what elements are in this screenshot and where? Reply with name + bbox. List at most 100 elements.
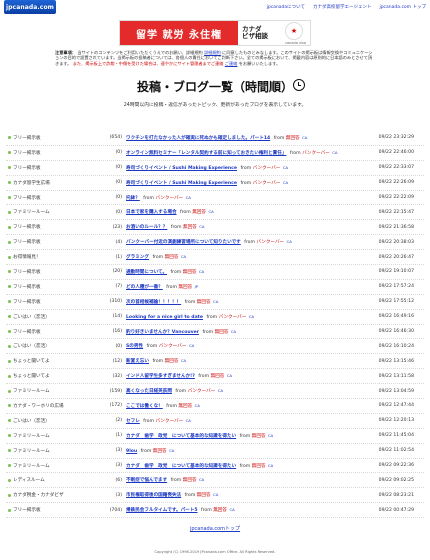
flag-badge: CA xyxy=(199,477,205,483)
topic-title-link[interactable]: 托鉢？ xyxy=(126,196,140,201)
author-location: バンクーバー xyxy=(218,314,247,320)
site-logo[interactable]: jpcanada.com xyxy=(4,0,56,14)
topic-title-link[interactable]: バンクーバー付近の演劇練習場所について知りたいです xyxy=(126,240,241,245)
topic-title-link[interactable]: 寿司づくりイベント / Sushi Making Experience xyxy=(126,166,237,171)
topic-title-link[interactable]: 帰鉄民会フルタイムです。パート5 xyxy=(126,508,198,513)
topic-category[interactable]: ごいはい（恋活） xyxy=(6,418,100,424)
topic-category[interactable]: フリー掲示板 xyxy=(6,195,100,201)
from-label: from xyxy=(146,344,158,350)
topic-category[interactable]: フリー掲示板 xyxy=(6,507,100,513)
topic-category[interactable]: ファミリールーム xyxy=(6,209,100,215)
topic-category[interactable]: レディスルーム xyxy=(6,477,100,483)
from-label: from xyxy=(170,225,182,231)
post-time: 09/22 22:26:09 xyxy=(378,180,414,186)
topic-title-link[interactable]: ここでは働くな！ xyxy=(126,404,163,409)
topic-category[interactable]: フリー掲示板 xyxy=(6,239,100,245)
topic-title-link[interactable]: グラミング xyxy=(126,255,149,260)
from-label: from xyxy=(175,389,187,395)
category-dot-icon xyxy=(8,374,11,378)
topic-category[interactable]: フリー掲示板 xyxy=(6,165,100,171)
topic-category[interactable]: フリー掲示板 xyxy=(6,284,100,290)
footer-home-link[interactable]: jpcanada.comトップ xyxy=(190,526,240,532)
reply-count: (1) xyxy=(115,254,122,260)
topic-title-link[interactable]: お酒いのルール？？ xyxy=(126,225,167,230)
topic-category[interactable]: ファミリールーム xyxy=(6,463,100,469)
topic-category[interactable]: ファミリールーム xyxy=(6,388,100,394)
notice-contact-link[interactable]: ご連絡 xyxy=(225,61,238,66)
banner-right-text: カナダ ビザ相談 xyxy=(242,26,268,40)
topic-category[interactable]: ちょっと聞いてよ xyxy=(6,358,100,364)
top-link-home[interactable]: jpcanada.com トップ xyxy=(379,4,426,10)
topic-category[interactable]: フリー掲示板 xyxy=(6,269,100,275)
post-time: 09/22 20:26:47 xyxy=(378,254,414,260)
topic-title-link[interactable]: ワクチンを打たなかった人が確実に死ぬかも確定しました。パート14 xyxy=(126,136,270,141)
topic-title-link[interactable]: どの人種が一番？ xyxy=(126,285,163,290)
top-link-about[interactable]: jpcanadaについて xyxy=(267,4,305,10)
category-dot-icon xyxy=(8,270,11,274)
author-location: 無回答 xyxy=(251,433,266,439)
topic-title-link[interactable]: Sの男性 xyxy=(126,344,143,349)
reply-count: (310) xyxy=(109,299,122,305)
visa-banner[interactable]: 留学 就労 永住権 カナダ ビザ相談 ★ canada visa xyxy=(119,20,311,46)
topic-title-link[interactable]: 市民権取得後の国籍喪失法 xyxy=(126,493,181,498)
author-location: 無回答 xyxy=(164,255,179,261)
topic-title-link[interactable]: セフレ xyxy=(126,419,140,424)
category-dot-icon xyxy=(8,389,11,393)
topic-category[interactable]: カナダ税金・カナダビザ xyxy=(6,492,100,498)
topic-title-link[interactable]: 次の首相候補論！！！！！ xyxy=(126,300,181,305)
topic-title-link[interactable]: オンライン無料セミナー「レンタル契約する前に知っておきたい権利と責任」 xyxy=(126,151,286,156)
topic-title-link[interactable]: 日本で家を購入する場合 xyxy=(126,210,177,215)
category-dot-icon xyxy=(8,166,11,170)
post-time: 09/22 22:15:47 xyxy=(378,209,414,215)
reply-count: (14) xyxy=(112,314,122,320)
category-dot-icon xyxy=(8,136,11,140)
flag-badge: CA xyxy=(248,313,255,319)
topic-title-link[interactable]: カナダ 歯学 政党 について基本的な知識を得たい xyxy=(126,464,236,469)
topic-category[interactable]: カナダ・ワーホリの広場 xyxy=(6,403,100,409)
author-location: 無回答 xyxy=(213,508,227,514)
from-label: from xyxy=(170,478,182,484)
topic-title-link[interactable]: 9lou xyxy=(126,449,137,454)
topic-category[interactable]: フリー掲示板 xyxy=(6,150,100,156)
post-time: 09/22 13:15:46 xyxy=(378,358,414,364)
topic-title-link[interactable]: 通勤時間について。 xyxy=(126,270,167,275)
topic-category[interactable]: お得情報見！ xyxy=(6,254,100,260)
notice: 注意事項： 当サイトのコンテンツをご利用いただくうえでのお願い、詳細規約 詳細規… xyxy=(55,50,375,66)
topic-row: ごいはい（恋活） (2) セフレ from バンクーバー CA 09/22 12… xyxy=(6,414,424,429)
topic-title-link[interactable]: カナダ 歯学 政党 について基本的な知識を得たい xyxy=(126,434,236,439)
post-time: 09/22 13:04:59 xyxy=(378,388,414,394)
topic-title-link[interactable]: 新宴え忘い xyxy=(126,359,149,364)
topic-title-link[interactable]: 不眠症で悩んでます xyxy=(126,478,167,483)
topic-category[interactable]: ファミリールーム xyxy=(6,433,100,439)
topic-category[interactable]: フリー掲示板 xyxy=(6,135,100,141)
topic-title-link[interactable]: インド人留学生多すぎませんか!? xyxy=(126,374,195,379)
author-location: 無回答 xyxy=(251,463,266,469)
topic-category[interactable]: ごいはい（恋活） xyxy=(6,314,100,320)
topic-category[interactable]: ちょっと聞いてよ xyxy=(6,373,100,379)
topic-title-link[interactable]: 寿司づくりイベント / Sushi Making Experience xyxy=(126,181,237,186)
category-label: カナダ税金・カナダビザ xyxy=(13,493,64,499)
post-time: 09/22 16:10:24 xyxy=(378,343,414,349)
topic-category[interactable]: カナダ留学生広場 xyxy=(6,180,100,186)
topic-title-link[interactable]: 高くなった日経英荻問 xyxy=(126,389,172,394)
topic-title-link[interactable]: 釣り好きいませんか？Vancouver xyxy=(126,330,199,335)
page-title: 投稿・ブログ一覧（時間順） xyxy=(65,78,365,95)
from-label: from xyxy=(143,195,154,201)
topic-category[interactable]: ファミリールーム xyxy=(6,448,100,454)
post-time: 09/22 22:22:09 xyxy=(378,195,414,200)
flag-badge: CA xyxy=(185,194,191,200)
from-label: from xyxy=(180,210,191,216)
top-link-agent[interactable]: カナダ高校留学エージェント xyxy=(313,4,371,10)
topic-category[interactable]: フリー掲示板 xyxy=(6,299,100,305)
author-location: 無回答 xyxy=(210,374,225,380)
post-time: 09/22 09:22:36 xyxy=(378,463,414,469)
topic-category[interactable]: フリー掲示板 xyxy=(6,329,100,335)
topic-title-link[interactable]: Looking for a nice girl to date xyxy=(126,315,203,320)
topic-category[interactable]: フリー掲示板 xyxy=(6,224,100,230)
category-dot-icon xyxy=(8,330,11,334)
topic-row: ちょっと聞いてよ (12) 新宴え忘い from 無回答 CA 09/22 13… xyxy=(6,354,424,370)
category-label: フリー掲示板 xyxy=(13,329,41,335)
topic-category[interactable]: ごいはい（恋活） xyxy=(6,343,100,349)
topic-row: ファミリールーム (3) カナダ 歯学 政党 について基本的な知識を得たい fr… xyxy=(6,459,424,474)
author-location: 無回答 xyxy=(152,448,167,454)
